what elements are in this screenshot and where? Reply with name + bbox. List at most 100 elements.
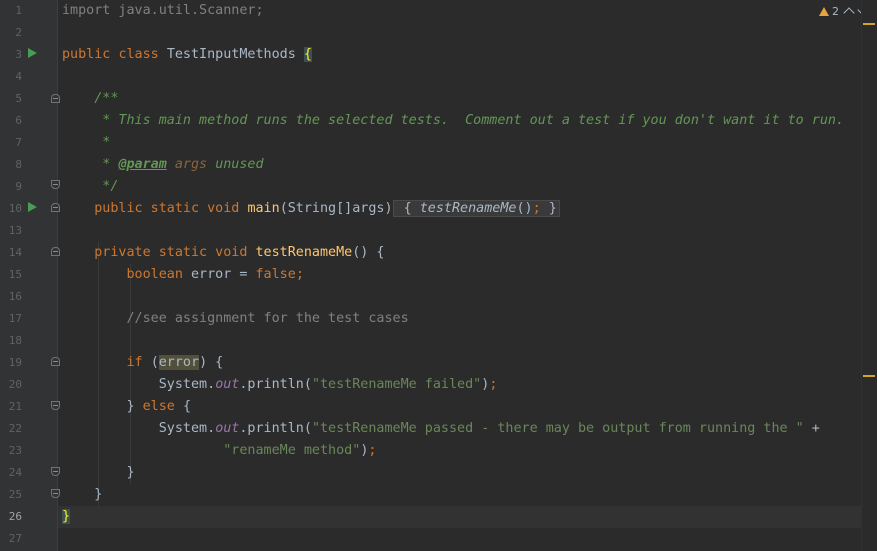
code-line: } (62, 462, 135, 484)
code-line: */ (62, 176, 118, 198)
semicolon: ; (532, 201, 541, 216)
variable: error = (191, 267, 248, 282)
code-line: /** (62, 88, 118, 110)
warning-indicator[interactable]: 2 (819, 5, 839, 18)
line-number: 23 (8, 444, 22, 457)
brace: } (94, 487, 103, 502)
code-line: } (62, 506, 71, 528)
literal: false (255, 267, 296, 282)
brace: } (548, 201, 557, 216)
doc-comment: * (94, 157, 119, 172)
warning-count: 2 (832, 4, 839, 18)
code-line: public class TestInputMethods { (62, 44, 312, 66)
code-line: if (error) { (62, 352, 223, 374)
line-number: 25 (8, 488, 22, 501)
folded-body[interactable]: { testRenameMe(); } (392, 200, 560, 217)
error-stripe[interactable] (861, 0, 877, 551)
line-number-current: 26 (8, 510, 22, 523)
code-line: boolean error = false; (62, 264, 304, 286)
code-line: "renameMe method"); (62, 440, 376, 462)
highlighted-variable: error (158, 355, 200, 370)
line-number: 5 (15, 92, 22, 105)
doc-comment: * (94, 135, 111, 150)
class-name: TestInputMethods (166, 47, 296, 62)
doc-param: args (174, 157, 208, 172)
class-ref: System. (158, 421, 216, 436)
line-number: 19 (8, 356, 22, 369)
code-line: * @param args unused (62, 154, 264, 176)
line-number: 4 (15, 70, 22, 83)
run-main-icon[interactable] (28, 202, 37, 212)
modifiers: public static void (94, 201, 240, 216)
keyword: else (142, 399, 175, 414)
semicolon: ; (489, 377, 498, 392)
line-comment: //see assignment for the test cases (126, 311, 409, 326)
inspection-widget[interactable]: 2 (819, 2, 869, 20)
doc-comment: /** (94, 91, 119, 106)
matched-brace: } (62, 509, 71, 524)
line-number: 6 (15, 114, 22, 127)
code-line: } (62, 484, 102, 506)
method-call: .println( (239, 421, 312, 436)
line-number: 20 (8, 378, 22, 391)
code-line: * This main method runs the selected tes… (62, 110, 844, 132)
brace: { (182, 399, 191, 414)
code-line: private static void testRenameMe() { (62, 242, 385, 264)
code-editor[interactable]: import java.util.Scanner; public class T… (58, 0, 862, 551)
line-number: 14 (8, 246, 22, 259)
doc-comment: * This main method runs the selected tes… (94, 113, 845, 128)
keyword: if (126, 355, 143, 370)
line-number: 8 (15, 158, 22, 171)
modifiers: private static void (94, 245, 248, 260)
string-literal: "renameMe method" (223, 443, 361, 458)
line-number: 9 (15, 180, 22, 193)
line-number: 13 (8, 224, 22, 237)
static-field: out (215, 421, 240, 436)
warning-marker[interactable] (863, 375, 875, 377)
line-number: 21 (8, 400, 22, 413)
code-line: System.out.println("testRenameMe passed … (62, 418, 820, 440)
import-statement: import java.util.Scanner; (62, 3, 264, 18)
semicolon: ; (295, 267, 304, 282)
method-call: testRenameMe (419, 201, 517, 216)
line-number: 27 (8, 532, 22, 545)
line-number: 18 (8, 334, 22, 347)
method-name: testRenameMe (255, 245, 353, 260)
line-number-gutter: 1 2 3 4 5 6 7 8 9 10 13 14 15 16 17 18 1… (0, 0, 60, 551)
warning-marker[interactable] (863, 23, 875, 25)
signature: (String[]args) (279, 201, 393, 216)
string-literal: "testRenameMe failed" (311, 377, 482, 392)
brace: } (126, 465, 135, 480)
brace: { (403, 201, 412, 216)
line-number: 22 (8, 422, 22, 435)
static-field: out (215, 377, 240, 392)
code-line: //see assignment for the test cases (62, 308, 409, 330)
line-number: 17 (8, 312, 22, 325)
brace: } (126, 399, 135, 414)
operator: + (811, 421, 820, 436)
doc-comment: unused (215, 157, 264, 172)
current-line-highlight (58, 506, 862, 528)
code-line: System.out.println("testRenameMe failed"… (62, 374, 498, 396)
code-line: public static void main(String[]args) { … (62, 198, 560, 220)
signature: () { (352, 245, 385, 260)
doc-comment: */ (94, 179, 119, 194)
parens: () (516, 201, 533, 216)
line-number: 16 (8, 290, 22, 303)
previous-highlight-icon[interactable] (843, 7, 855, 19)
paren: ) { (199, 355, 224, 370)
line-number: 7 (15, 136, 22, 149)
type-keyword: boolean (126, 267, 183, 282)
code-line: import java.util.Scanner; (62, 0, 264, 22)
line-number: 24 (8, 466, 22, 479)
warning-icon (819, 6, 829, 16)
paren: ( (150, 355, 159, 370)
matched-brace: { (303, 47, 312, 62)
line-number: 15 (8, 268, 22, 281)
semicolon: ; (368, 443, 377, 458)
line-number: 1 (15, 4, 22, 17)
code-line: } else { (62, 396, 192, 418)
run-class-icon[interactable] (28, 48, 37, 58)
doc-tag: @param (118, 157, 167, 172)
method-name: main (247, 201, 280, 216)
